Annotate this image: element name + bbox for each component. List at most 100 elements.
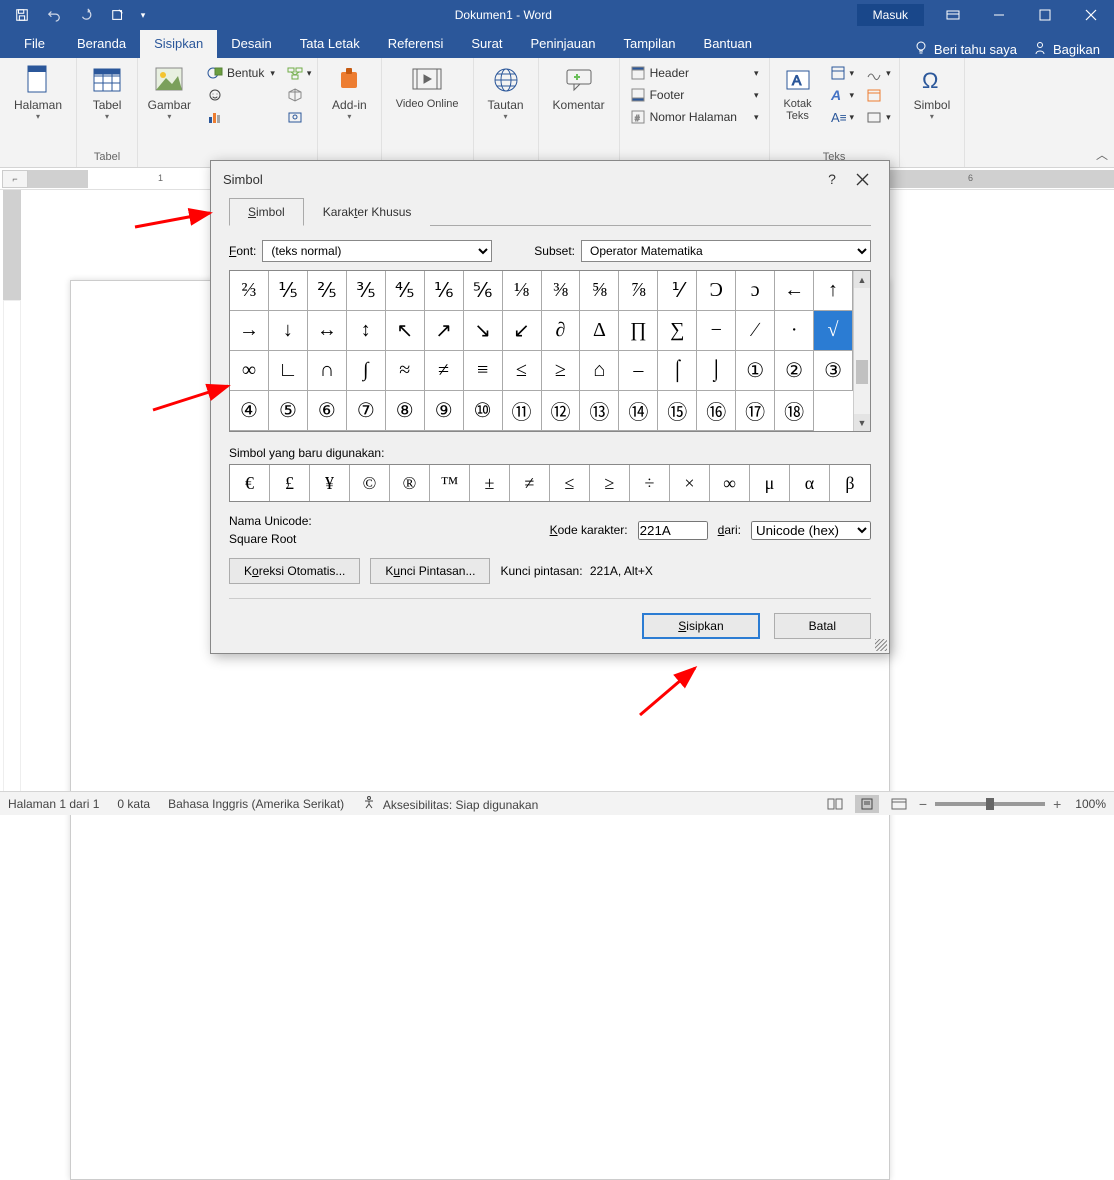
shapes-button[interactable]: Bentuk▾ (203, 62, 279, 84)
autocorrect-button[interactable]: Koreksi Otomatis... (229, 558, 360, 584)
symbol-cell[interactable]: ∂ (542, 311, 581, 351)
header-button[interactable]: Header▾ (626, 62, 763, 84)
view-print-icon[interactable] (855, 795, 879, 813)
symbol-cell[interactable]: ⑫ (542, 391, 581, 431)
symbol-cell[interactable]: ⅛ (503, 271, 542, 311)
symbol-cell[interactable]: ⅗ (347, 271, 386, 311)
symbol-cell[interactable]: ⑪ (503, 391, 542, 431)
zoom-slider[interactable] (935, 802, 1045, 806)
collapse-ribbon-button[interactable]: ︿ (1096, 146, 1108, 163)
share-button[interactable]: Bagikan (1033, 41, 1100, 58)
tab-help[interactable]: Bantuan (690, 30, 766, 58)
symbol-button[interactable]: Ω Simbol ▾ (906, 62, 959, 123)
resize-grip[interactable] (875, 639, 887, 651)
recent-symbol-cell[interactable]: ÷ (630, 465, 670, 501)
symbol-cell[interactable]: ⅝ (580, 271, 619, 311)
recent-symbol-cell[interactable]: ± (470, 465, 510, 501)
vertical-ruler[interactable] (0, 190, 26, 791)
symbol-cell[interactable]: − (697, 311, 736, 351)
view-web-icon[interactable] (887, 795, 911, 813)
ribbon-display-icon[interactable] (930, 0, 976, 30)
symbol-cell[interactable]: ④ (230, 391, 269, 431)
symbol-cell[interactable]: ∕ (736, 311, 775, 351)
symbol-cell[interactable]: ⑱ (775, 391, 814, 431)
status-accessibility[interactable]: Aksesibilitas: Siap digunakan (362, 795, 538, 812)
symbol-cell[interactable]: → (230, 311, 269, 351)
symbol-cell[interactable]: ↓ (269, 311, 308, 351)
quickparts-button[interactable]: ▾ (826, 62, 859, 84)
symbol-cell[interactable]: ∞ (230, 351, 269, 391)
symbol-cell[interactable]: √ (814, 311, 853, 351)
zoom-out-button[interactable]: − (919, 796, 927, 812)
from-select[interactable]: Unicode (hex) (751, 521, 871, 540)
symbol-cell[interactable]: ɔ (736, 271, 775, 311)
cancel-button[interactable]: Batal (774, 613, 871, 639)
symbol-cell[interactable]: ≈ (386, 351, 425, 391)
tab-home[interactable]: Beranda (63, 30, 140, 58)
recent-symbol-cell[interactable]: ® (390, 465, 430, 501)
symbol-cell[interactable]: ∟ (269, 351, 308, 391)
icons-button[interactable] (203, 84, 279, 106)
tab-mailings[interactable]: Surat (457, 30, 516, 58)
pictures-button[interactable]: Gambar ▾ (140, 62, 199, 123)
tab-file[interactable]: File (6, 30, 63, 58)
tab-special-chars[interactable]: Karakter Khusus (304, 198, 431, 226)
recent-symbol-cell[interactable]: α (790, 465, 830, 501)
tab-references[interactable]: Referensi (374, 30, 458, 58)
symbol-cell[interactable]: ← (775, 271, 814, 311)
tab-review[interactable]: Peninjauan (516, 30, 609, 58)
dialog-close-button[interactable] (847, 164, 877, 194)
scroll-down-button[interactable]: ▼ (854, 414, 870, 431)
recent-symbol-cell[interactable]: ≥ (590, 465, 630, 501)
symbol-cell[interactable]: ∩ (308, 351, 347, 391)
symbol-cell[interactable]: ↕ (347, 311, 386, 351)
symbol-cell[interactable]: ↗ (425, 311, 464, 351)
symbol-cell[interactable]: ↔ (308, 311, 347, 351)
chart-button[interactable] (203, 106, 279, 128)
minimize-button[interactable] (976, 0, 1022, 30)
touch-mode-icon[interactable] (104, 3, 132, 27)
symbol-cell[interactable]: ⑩ (464, 391, 503, 431)
undo-icon[interactable] (40, 3, 68, 27)
char-code-input[interactable] (638, 521, 708, 540)
symbol-cell[interactable]: ③ (814, 351, 853, 391)
signin-button[interactable]: Masuk (857, 4, 924, 26)
symbol-cell[interactable]: ↘ (464, 311, 503, 351)
scroll-thumb[interactable] (856, 360, 868, 384)
recent-symbol-cell[interactable]: ≠ (510, 465, 550, 501)
symbol-cell[interactable]: ⑮ (658, 391, 697, 431)
symbol-cell[interactable]: ≡ (464, 351, 503, 391)
signature-button[interactable]: ▾ (862, 62, 895, 84)
symbol-cell[interactable]: ⅜ (542, 271, 581, 311)
symbol-cell[interactable]: ∏ (619, 311, 658, 351)
symbol-cell[interactable]: ⑨ (425, 391, 464, 431)
recent-symbol-cell[interactable]: β (830, 465, 870, 501)
symbol-cell[interactable]: ⑰ (736, 391, 775, 431)
symbol-cell[interactable]: Δ (580, 311, 619, 351)
symbol-cell[interactable]: ⌡ (697, 351, 736, 391)
addins-button[interactable]: Add-in ▾ (324, 62, 375, 123)
wordart-button[interactable]: A▾ (826, 84, 859, 106)
symbol-cell[interactable]: ∫ (347, 351, 386, 391)
symbol-cell[interactable]: ↙ (503, 311, 542, 351)
dropcap-button[interactable]: A≡▾ (826, 106, 859, 128)
textbox-button[interactable]: A Kotak Teks (774, 62, 822, 124)
dialog-help-button[interactable]: ? (817, 164, 847, 194)
symbol-cell[interactable]: Ɔ (697, 271, 736, 311)
symbol-cell[interactable]: ⑭ (619, 391, 658, 431)
symbol-cell[interactable]: ↖ (386, 311, 425, 351)
comment-button[interactable]: Komentar (545, 62, 613, 114)
symbol-cell[interactable]: ⑥ (308, 391, 347, 431)
tab-view[interactable]: Tampilan (610, 30, 690, 58)
symbol-cell[interactable]: ⑧ (386, 391, 425, 431)
tab-design[interactable]: Desain (217, 30, 285, 58)
symbol-cell[interactable]: ⅘ (386, 271, 425, 311)
symbol-cell[interactable]: ② (775, 351, 814, 391)
symbol-cell[interactable]: ⅟ (658, 271, 697, 311)
symbol-cell[interactable]: ⑤ (269, 391, 308, 431)
save-icon[interactable] (8, 3, 36, 27)
datetime-button[interactable] (862, 84, 895, 106)
recent-symbol-cell[interactable]: £ (270, 465, 310, 501)
links-button[interactable]: Tautan ▾ (480, 62, 532, 123)
recent-symbol-cell[interactable]: ™ (430, 465, 470, 501)
